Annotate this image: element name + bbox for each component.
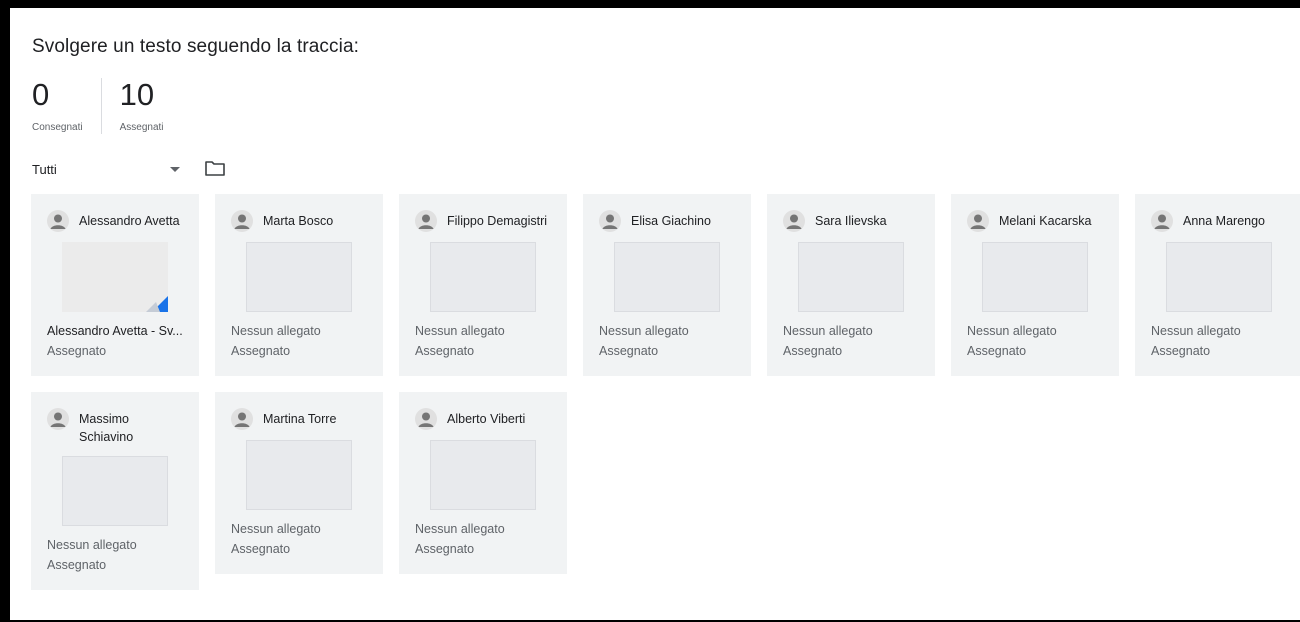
empty-thumbnail xyxy=(430,242,536,312)
status-text: Assegnato xyxy=(231,542,291,556)
submitted-label: Consegnati xyxy=(32,122,83,133)
attachment-status: Nessun allegato xyxy=(415,324,505,338)
student-work-grid: Alessandro Avetta Alessandro Avetta - Sv… xyxy=(31,194,1300,590)
avatar-icon xyxy=(231,408,253,430)
student-name: Massimo Schiavino xyxy=(79,412,134,444)
avatar-icon xyxy=(47,408,69,430)
attachment-status: Nessun allegato xyxy=(47,538,137,552)
student-card[interactable]: Elisa Giachino Nessun allegato Assegnato xyxy=(583,194,751,376)
empty-thumbnail xyxy=(982,242,1088,312)
student-card[interactable]: Marta Bosco Nessun allegato Assegnato xyxy=(215,194,383,376)
empty-thumbnail xyxy=(1166,242,1272,312)
status-text: Assegnato xyxy=(967,344,1027,358)
student-name: Elisa Giachino xyxy=(631,214,711,228)
google-docs-icon xyxy=(146,296,168,312)
student-card[interactable]: Melani Kacarska Nessun allegato Assegnat… xyxy=(951,194,1119,376)
dropdown-arrow-icon xyxy=(170,166,180,172)
student-card[interactable]: Sara Ilievska Nessun allegato Assegnato xyxy=(767,194,935,376)
status-text: Assegnato xyxy=(47,558,107,572)
attachment-name: Alessandro Avetta - Sv... xyxy=(47,324,183,338)
empty-thumbnail xyxy=(246,242,352,312)
student-name: Alessandro Avetta xyxy=(79,214,180,228)
avatar-icon xyxy=(967,210,989,232)
avatar-icon xyxy=(47,210,69,232)
assigned-label: Assegnati xyxy=(119,122,164,133)
empty-thumbnail xyxy=(62,456,168,526)
attachment-thumbnail[interactable] xyxy=(62,242,168,312)
student-card[interactable]: Alessandro Avetta Alessandro Avetta - Sv… xyxy=(31,194,199,376)
status-text: Assegnato xyxy=(599,344,659,358)
attachment-status: Nessun allegato xyxy=(231,522,321,536)
empty-thumbnail xyxy=(614,242,720,312)
page-title: Svolgere un testo seguendo la traccia: xyxy=(32,36,360,57)
student-card[interactable]: Filippo Demagistri Nessun allegato Asseg… xyxy=(399,194,567,376)
folder-icon[interactable] xyxy=(204,158,226,178)
attachment-status: Nessun allegato xyxy=(1151,324,1241,338)
attachment-status: Nessun allegato xyxy=(967,324,1057,338)
assigned-stat[interactable]: 10 Assegnati xyxy=(102,78,164,134)
assigned-count: 10 xyxy=(119,77,155,112)
status-text: Assegnato xyxy=(231,344,291,358)
student-card[interactable]: Alberto Viberti Nessun allegato Assegnat… xyxy=(399,392,567,574)
submitted-count: 0 xyxy=(32,77,50,112)
empty-thumbnail xyxy=(430,440,536,510)
avatar-icon xyxy=(415,408,437,430)
status-text: Assegnato xyxy=(1151,344,1211,358)
avatar-icon xyxy=(599,210,621,232)
submission-stats: 0 Consegnati 10 Assegnati xyxy=(32,78,164,134)
student-name: Sara Ilievska xyxy=(815,214,887,228)
status-text: Assegnato xyxy=(415,542,475,556)
status-text: Assegnato xyxy=(47,344,107,358)
avatar-icon xyxy=(415,210,437,232)
student-name: Martina Torre xyxy=(263,412,337,426)
attachment-status: Nessun allegato xyxy=(783,324,873,338)
student-card[interactable]: Anna Marengo Nessun allegato Assegnato xyxy=(1135,194,1300,376)
empty-thumbnail xyxy=(246,440,352,510)
student-card[interactable]: Martina Torre Nessun allegato Assegnato xyxy=(215,392,383,574)
submitted-stat[interactable]: 0 Consegnati xyxy=(32,78,102,134)
attachment-status: Nessun allegato xyxy=(599,324,689,338)
student-name: Anna Marengo xyxy=(1183,214,1266,228)
student-name: Melani Kacarska xyxy=(999,214,1092,228)
classroom-student-work: Svolgere un testo seguendo la traccia: 0… xyxy=(10,8,1300,620)
status-text: Assegnato xyxy=(415,344,475,358)
empty-thumbnail xyxy=(798,242,904,312)
student-name: Filippo Demagistri xyxy=(447,214,548,228)
avatar-icon xyxy=(231,210,253,232)
status-filter-value: Tutti xyxy=(32,161,57,177)
attachment-status: Nessun allegato xyxy=(231,324,321,338)
student-name: Alberto Viberti xyxy=(447,412,526,426)
avatar-icon xyxy=(1151,210,1173,232)
status-filter-dropdown[interactable]: Tutti xyxy=(32,158,184,180)
status-text: Assegnato xyxy=(783,344,843,358)
avatar-icon xyxy=(783,210,805,232)
student-name: Marta Bosco xyxy=(263,214,334,228)
student-card[interactable]: Massimo Schiavino Nessun allegato Assegn… xyxy=(31,392,199,590)
attachment-status: Nessun allegato xyxy=(415,522,505,536)
